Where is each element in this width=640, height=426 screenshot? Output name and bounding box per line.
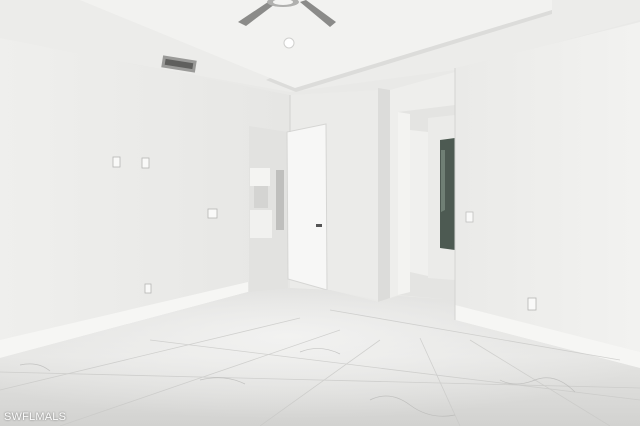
hallway-frame — [398, 112, 410, 295]
wall-column — [378, 88, 390, 302]
kitchen-cabinet — [250, 168, 270, 186]
wall-outlet-right — [465, 211, 474, 223]
hall-inner-door — [410, 130, 428, 276]
watermark: SWFLMALS — [4, 411, 67, 423]
wall-outlet-mid — [207, 208, 218, 219]
door-handle — [316, 224, 322, 227]
kitchen-window — [254, 186, 268, 208]
room-photo: SWFLMALS — [0, 0, 640, 426]
room-illustration — [0, 0, 640, 426]
light-switch-left — [112, 156, 121, 168]
light-switch-right — [141, 157, 150, 169]
kitchen-appliance — [276, 170, 284, 230]
wall-outlet-low-right — [527, 297, 537, 311]
wall-outlet-low-left — [144, 283, 152, 294]
hallway-window-highlight — [441, 150, 445, 212]
open-door — [286, 123, 328, 291]
recessed-light — [283, 37, 295, 49]
kitchen-counter — [250, 210, 272, 238]
